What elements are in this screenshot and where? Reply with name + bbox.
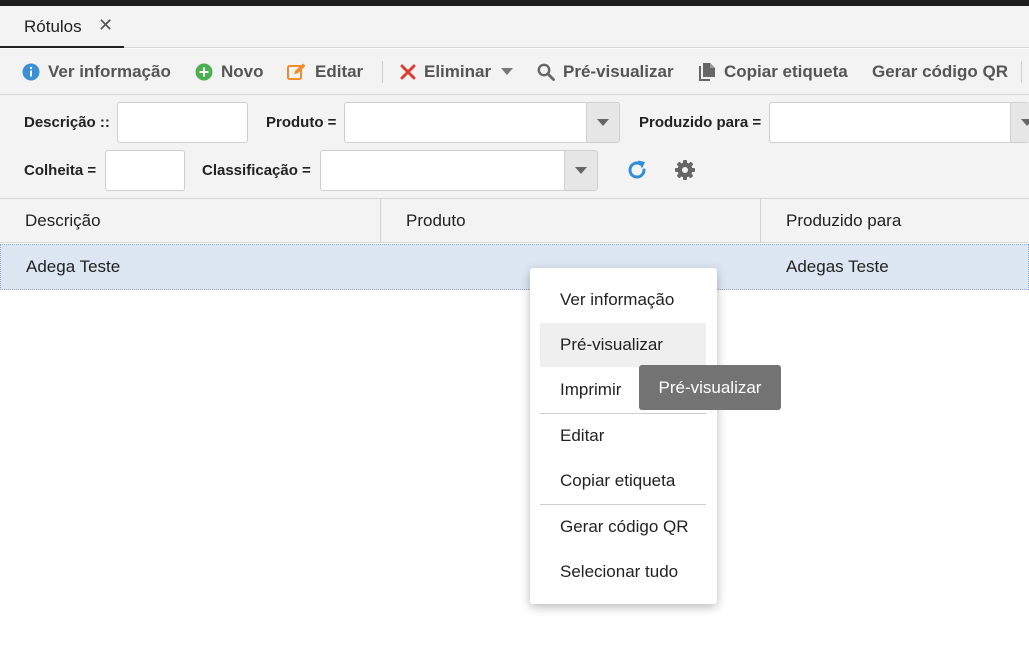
description-filter-input[interactable] — [117, 102, 248, 143]
filter-panel: Descrição :: Produto = Produzido para = … — [0, 95, 1029, 199]
harvest-filter-label: Colheita = — [24, 162, 97, 179]
copy-icon — [699, 63, 715, 81]
new-button[interactable]: Novo — [195, 49, 264, 95]
close-icon[interactable]: ✕ — [98, 15, 113, 36]
edit-button[interactable]: Editar — [287, 49, 363, 95]
column-header-description[interactable]: Descrição — [0, 199, 381, 243]
edit-label: Editar — [315, 62, 364, 81]
column-header-produced-for[interactable]: Produzido para — [761, 199, 1029, 243]
classification-filter-label: Classificação = — [202, 162, 311, 179]
copy-label-button[interactable]: Copiar etiqueta — [698, 49, 848, 95]
grid-header: Descrição Produto Produzido para — [0, 199, 1029, 243]
harvest-filter-input[interactable] — [105, 150, 185, 191]
toolbar-separator — [1021, 61, 1022, 83]
info-circle-icon — [22, 63, 40, 81]
edit-icon — [287, 63, 306, 80]
gear-icon[interactable] — [670, 155, 700, 185]
chevron-down-icon[interactable] — [1010, 103, 1029, 142]
description-filter-label: Descrição :: — [24, 114, 110, 131]
tab-rotulos[interactable]: Rótulos ✕ — [0, 6, 124, 48]
tooltip: Pré-visualizar — [639, 365, 781, 410]
toolbar-separator — [382, 61, 383, 83]
x-icon — [400, 64, 416, 80]
tab-label: Rótulos — [24, 17, 82, 36]
copy-label-label: Copiar etiqueta — [724, 62, 848, 81]
classification-filter-select[interactable] — [320, 150, 598, 191]
preview-label: Pré-visualizar — [563, 62, 674, 81]
produced-for-filter-select[interactable] — [769, 102, 1029, 143]
cell-produced-for: Adegas Teste — [786, 257, 889, 276]
generate-qr-label: Gerar código QR — [872, 62, 1009, 81]
caret-down-icon[interactable] — [501, 68, 514, 76]
preview-button[interactable]: Pré-visualizar — [537, 49, 674, 95]
table-row[interactable]: Adega Teste Adegas Teste — [0, 244, 1029, 290]
menu-item-edit[interactable]: Editar — [540, 414, 706, 458]
plus-circle-icon — [195, 63, 213, 81]
generate-qr-button[interactable]: Gerar código QR — [872, 49, 1008, 95]
cell-description: Adega Teste — [26, 257, 121, 276]
menu-item-generate-qr[interactable]: Gerar código QR — [540, 505, 706, 549]
chevron-down-icon[interactable] — [586, 103, 619, 142]
delete-button[interactable]: Eliminar — [400, 49, 514, 95]
refresh-icon[interactable] — [622, 155, 652, 185]
view-info-button[interactable]: Ver informação — [22, 49, 171, 95]
context-menu: Ver informação Pré-visualizar Imprimir E… — [530, 268, 717, 604]
menu-item-view-info[interactable]: Ver informação — [540, 278, 706, 322]
toolbar: Ver informação Novo Editar Eliminar Pré-… — [0, 49, 1029, 95]
product-filter-select[interactable] — [344, 102, 620, 143]
view-info-label: Ver informação — [48, 62, 171, 81]
menu-item-copy-label[interactable]: Copiar etiqueta — [540, 459, 706, 503]
column-header-product[interactable]: Produto — [381, 199, 761, 243]
tab-strip: Rótulos ✕ — [0, 6, 1029, 48]
produced-for-filter-label: Produzido para = — [639, 114, 762, 131]
search-icon — [537, 63, 555, 81]
new-label: Novo — [221, 62, 264, 81]
menu-item-select-all[interactable]: Selecionar tudo — [540, 550, 706, 594]
chevron-down-icon[interactable] — [564, 151, 597, 190]
menu-item-preview[interactable]: Pré-visualizar — [540, 323, 706, 367]
delete-label: Eliminar — [424, 62, 492, 81]
product-filter-label: Produto = — [266, 114, 337, 131]
